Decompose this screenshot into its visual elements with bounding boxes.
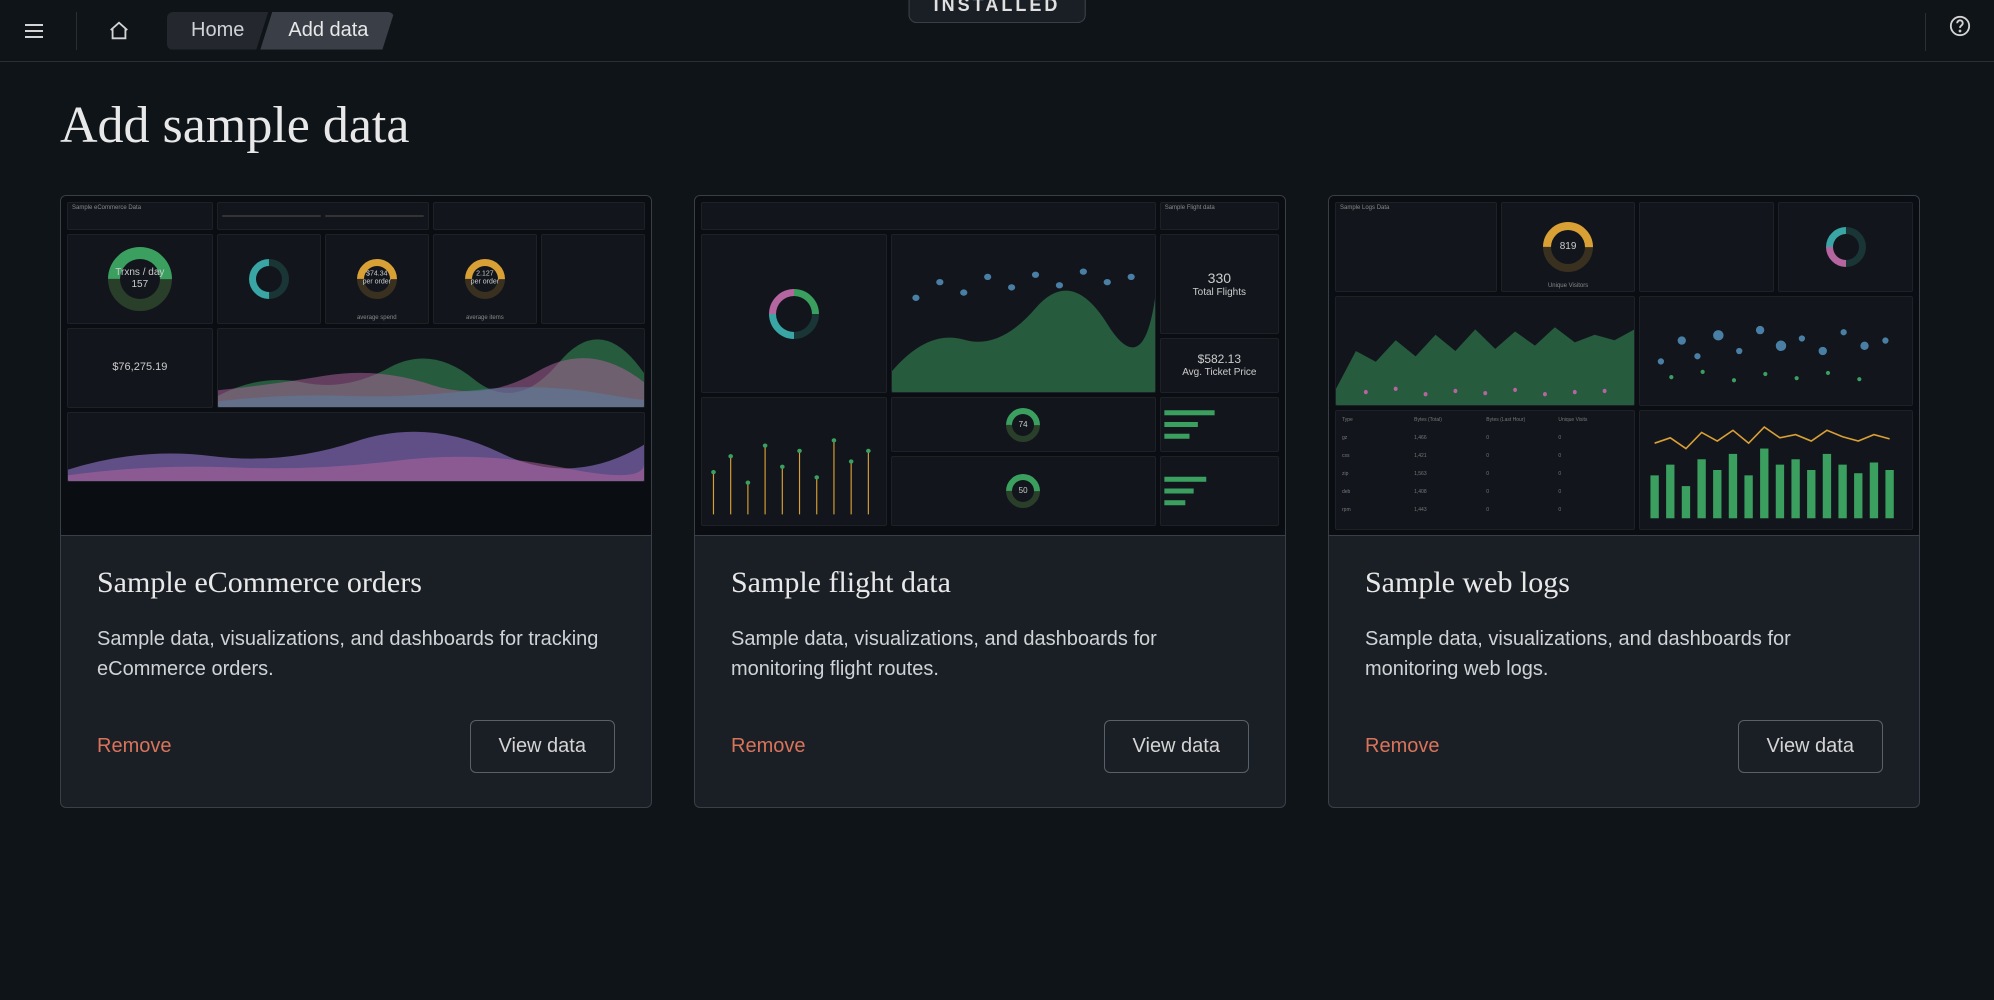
view-data-button[interactable]: View data: [470, 720, 615, 773]
dashboard-thumbnail: Sample Logs Data 819Unique Visitors Type…: [1335, 202, 1913, 529]
breadcrumb-home[interactable]: Home: [167, 12, 268, 50]
card-description: Sample data, visualizations, and dashboa…: [731, 624, 1249, 684]
menu-icon[interactable]: [18, 15, 50, 47]
card-ecommerce: INSTALLED Sample eCommerce Data Trxns / …: [60, 195, 652, 808]
stat-value: 330: [1208, 270, 1231, 286]
stat-value: 819: [1560, 241, 1577, 252]
stat-label: Total Flights: [1193, 287, 1246, 298]
card-actions: Remove View data: [1365, 720, 1883, 773]
card-actions: Remove View data: [97, 720, 615, 773]
stat-label: Unique Visitors: [1548, 283, 1588, 289]
stat-value: $74.34: [366, 271, 387, 278]
top-bar-right: [1919, 10, 1976, 52]
stat-label: Avg. Ticket Price: [1182, 367, 1256, 378]
stat-value: 74: [1019, 420, 1028, 430]
page-title: Add sample data: [0, 62, 1994, 195]
stat-value: $76,275.19: [112, 361, 167, 373]
breadcrumb-label: Add data: [288, 19, 368, 42]
card-body: Sample web logs Sample data, visualizati…: [1329, 536, 1919, 807]
remove-button[interactable]: Remove: [731, 735, 805, 758]
dashboard-thumbnail: Sample eCommerce Data Trxns / day157 $74…: [67, 202, 645, 529]
view-data-button[interactable]: View data: [1104, 720, 1249, 773]
divider: [76, 12, 77, 50]
card-actions: Remove View data: [731, 720, 1249, 773]
stat-label: per order: [471, 279, 499, 286]
top-bar-left: Home Add data: [18, 12, 394, 50]
card-description: Sample data, visualizations, and dashboa…: [1365, 624, 1883, 684]
card-body: Sample flight data Sample data, visualiz…: [695, 536, 1285, 807]
stat-value: 157: [132, 279, 149, 290]
stat-label: per order: [363, 279, 391, 286]
card-preview: Sample Logs Data 819Unique Visitors Type…: [1329, 196, 1919, 536]
card-preview: Sample eCommerce Data Trxns / day157 $74…: [61, 196, 651, 536]
dashboard-thumbnail: Sample Flight data 330Total Flights $582…: [701, 202, 1279, 529]
card-preview: Sample Flight data 330Total Flights $582…: [695, 196, 1285, 536]
remove-button[interactable]: Remove: [97, 735, 171, 758]
card-body: Sample eCommerce orders Sample data, vis…: [61, 536, 651, 807]
card-description: Sample data, visualizations, and dashboa…: [97, 624, 615, 684]
card-title: Sample eCommerce orders: [97, 566, 615, 600]
divider: [1925, 13, 1926, 51]
stat-value: 50: [1019, 486, 1028, 496]
stat-value: $582.13: [1198, 352, 1241, 366]
breadcrumb-label: Home: [191, 19, 244, 42]
home-icon[interactable]: [103, 15, 135, 47]
breadcrumb-add-data[interactable]: Add data: [260, 12, 394, 50]
breadcrumb: Home Add data: [167, 12, 394, 50]
stat-value: 2.127: [476, 271, 494, 278]
cards-container: INSTALLED Sample eCommerce Data Trxns / …: [0, 195, 1994, 808]
view-data-button[interactable]: View data: [1738, 720, 1883, 773]
card-weblogs: INSTALLED Sample Logs Data 819Unique Vis…: [1328, 195, 1920, 808]
card-flight: INSTALLED Sample Flight data 330Total Fl…: [694, 195, 1286, 808]
stat-label: Trxns / day: [115, 267, 164, 278]
help-icon[interactable]: [1944, 10, 1976, 42]
card-title: Sample flight data: [731, 566, 1249, 600]
card-title: Sample web logs: [1365, 566, 1883, 600]
remove-button[interactable]: Remove: [1365, 735, 1439, 758]
